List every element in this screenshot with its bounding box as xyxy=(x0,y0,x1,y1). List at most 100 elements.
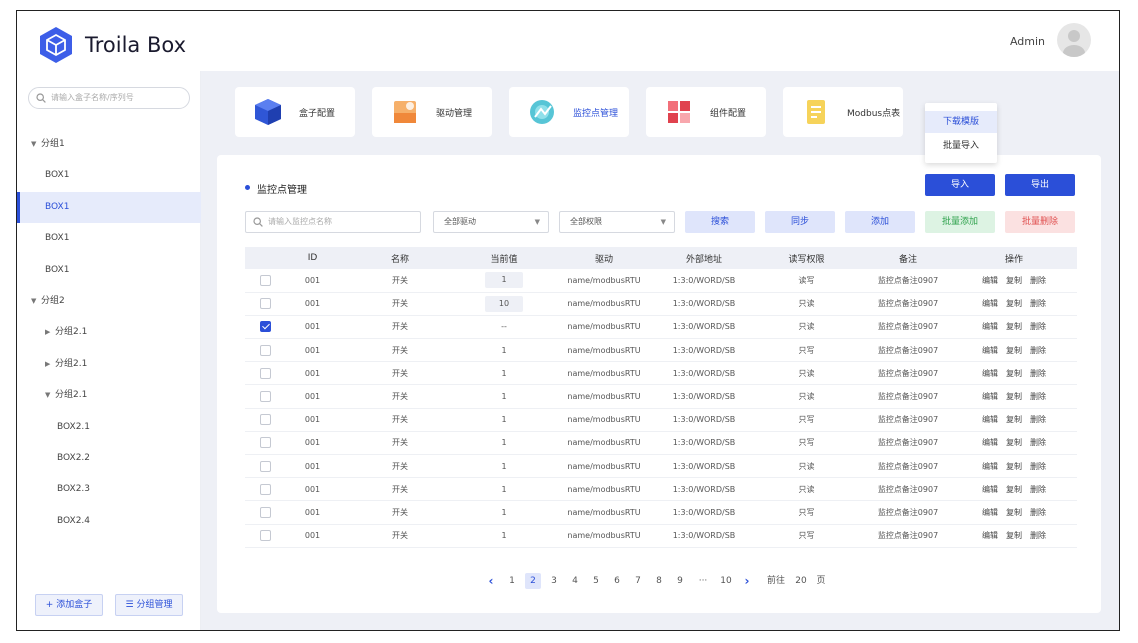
row-checkbox[interactable] xyxy=(259,344,271,356)
row-checkbox[interactable] xyxy=(259,460,271,472)
delete-link[interactable]: 删除 xyxy=(1030,321,1046,332)
copy-link[interactable]: 复制 xyxy=(1006,507,1022,518)
tree-box-item[interactable]: BOX2.2 xyxy=(17,443,201,474)
row-checkbox[interactable] xyxy=(259,530,271,542)
page-number[interactable]: 5 xyxy=(588,573,604,589)
tree-box-item[interactable]: BOX1 xyxy=(17,223,201,254)
row-checkbox[interactable] xyxy=(259,274,271,286)
search-button[interactable]: 搜索 xyxy=(685,211,755,233)
module-card-3[interactable]: 监控点管理 xyxy=(509,87,629,137)
delete-link[interactable]: 删除 xyxy=(1030,391,1046,402)
group-manage-button[interactable]: ☰ 分组管理 xyxy=(115,594,183,616)
delete-link[interactable]: 删除 xyxy=(1030,437,1046,448)
edit-link[interactable]: 编辑 xyxy=(982,414,998,425)
sync-button[interactable]: 同步 xyxy=(765,211,835,233)
batch-delete-button[interactable]: 批量删除 xyxy=(1005,211,1075,233)
avatar[interactable] xyxy=(1057,23,1091,57)
edit-link[interactable]: 编辑 xyxy=(982,461,998,472)
caret-down-icon[interactable]: ▼ xyxy=(31,129,41,160)
page-number[interactable]: 9 xyxy=(672,573,688,589)
batch-add-button[interactable]: 批量添加 xyxy=(925,211,995,233)
edit-link[interactable]: 编辑 xyxy=(982,437,998,448)
point-search-input[interactable]: 请输入监控点名称 xyxy=(245,211,421,233)
edit-link[interactable]: 编辑 xyxy=(982,298,998,309)
copy-link[interactable]: 复制 xyxy=(1006,298,1022,309)
row-checkbox[interactable] xyxy=(259,298,271,310)
batch-import-item[interactable]: 批量导入 xyxy=(925,135,997,157)
export-button[interactable]: 导出 xyxy=(1005,174,1075,196)
copy-link[interactable]: 复制 xyxy=(1006,530,1022,541)
edit-link[interactable]: 编辑 xyxy=(982,391,998,402)
page-number[interactable]: 7 xyxy=(630,573,646,589)
row-checkbox[interactable] xyxy=(259,367,271,379)
tree-box-item[interactable]: BOX2.3 xyxy=(17,474,201,505)
tree-box-item[interactable]: BOX2.1 xyxy=(17,412,201,443)
permission-filter-select[interactable]: 全部权限 ▼ xyxy=(559,211,675,233)
tree-group-item[interactable]: ▼ 分组2 xyxy=(17,286,201,317)
add-box-button[interactable]: + 添加盒子 xyxy=(35,594,103,616)
page-number[interactable]: 1 xyxy=(504,573,520,589)
delete-link[interactable]: 删除 xyxy=(1030,368,1046,379)
delete-link[interactable]: 删除 xyxy=(1030,484,1046,495)
goto-page-input[interactable]: 20 xyxy=(793,573,809,589)
add-button[interactable]: 添加 xyxy=(845,211,915,233)
cell-value-input[interactable]: 10 xyxy=(485,295,523,312)
row-checkbox[interactable] xyxy=(259,414,271,426)
copy-link[interactable]: 复制 xyxy=(1006,275,1022,286)
tree-box-item[interactable]: BOX1 xyxy=(17,255,201,286)
tree-box-item[interactable]: BOX1 xyxy=(17,160,201,191)
driver-filter-select[interactable]: 全部驱动 ▼ xyxy=(433,211,549,233)
delete-link[interactable]: 删除 xyxy=(1030,461,1046,472)
copy-link[interactable]: 复制 xyxy=(1006,484,1022,495)
edit-link[interactable]: 编辑 xyxy=(982,368,998,379)
row-checkbox[interactable] xyxy=(259,506,271,518)
copy-link[interactable]: 复制 xyxy=(1006,391,1022,402)
module-card-4[interactable]: 组件配置 xyxy=(646,87,766,137)
user-name[interactable]: Admin xyxy=(1010,35,1045,48)
caret-down-icon[interactable]: ▼ xyxy=(31,286,41,317)
download-template-item[interactable]: 下载模版 xyxy=(925,111,997,133)
delete-link[interactable]: 删除 xyxy=(1030,345,1046,356)
caret-down-icon[interactable]: ▼ xyxy=(45,380,55,411)
edit-link[interactable]: 编辑 xyxy=(982,345,998,356)
tree-group-item[interactable]: ▼ 分组2.1 xyxy=(17,380,201,411)
edit-link[interactable]: 编辑 xyxy=(982,275,998,286)
delete-link[interactable]: 删除 xyxy=(1030,275,1046,286)
row-checkbox[interactable] xyxy=(259,483,271,495)
edit-link[interactable]: 编辑 xyxy=(982,507,998,518)
page-number[interactable]: 3 xyxy=(546,573,562,589)
copy-link[interactable]: 复制 xyxy=(1006,414,1022,425)
module-card-5[interactable]: Modbus点表 xyxy=(783,87,903,137)
copy-link[interactable]: 复制 xyxy=(1006,437,1022,448)
module-card-1[interactable]: 盒子配置 xyxy=(235,87,355,137)
cell-value-input[interactable]: 1 xyxy=(485,272,523,289)
tree-box-item[interactable]: BOX1 xyxy=(17,191,201,223)
page-number[interactable]: 4 xyxy=(567,573,583,589)
row-checkbox[interactable] xyxy=(259,437,271,449)
caret-right-icon[interactable]: ▶ xyxy=(45,349,55,380)
row-checkbox[interactable] xyxy=(259,391,271,403)
page-number[interactable]: 10 xyxy=(718,573,734,589)
delete-link[interactable]: 删除 xyxy=(1030,414,1046,425)
tree-box-item[interactable]: BOX2.4 xyxy=(17,506,201,537)
delete-link[interactable]: 删除 xyxy=(1030,298,1046,309)
next-page-icon[interactable]: › xyxy=(739,573,755,589)
delete-link[interactable]: 删除 xyxy=(1030,507,1046,518)
tree-group-item[interactable]: ▶ 分组2.1 xyxy=(17,317,201,348)
prev-page-icon[interactable]: ‹ xyxy=(483,573,499,589)
edit-link[interactable]: 编辑 xyxy=(982,530,998,541)
tree-group-item[interactable]: ▼ 分组1 xyxy=(17,129,201,160)
page-number[interactable]: 8 xyxy=(651,573,667,589)
copy-link[interactable]: 复制 xyxy=(1006,345,1022,356)
delete-link[interactable]: 删除 xyxy=(1030,530,1046,541)
page-number[interactable]: 6 xyxy=(609,573,625,589)
import-button[interactable]: 导入 xyxy=(925,174,995,196)
caret-right-icon[interactable]: ▶ xyxy=(45,317,55,348)
tree-group-item[interactable]: ▶ 分组2.1 xyxy=(17,349,201,380)
box-search-input[interactable]: 请输入盒子名称/序列号 xyxy=(28,87,190,109)
page-number[interactable]: 2 xyxy=(525,573,541,589)
copy-link[interactable]: 复制 xyxy=(1006,368,1022,379)
edit-link[interactable]: 编辑 xyxy=(982,484,998,495)
copy-link[interactable]: 复制 xyxy=(1006,461,1022,472)
module-card-2[interactable]: 驱动管理 xyxy=(372,87,492,137)
